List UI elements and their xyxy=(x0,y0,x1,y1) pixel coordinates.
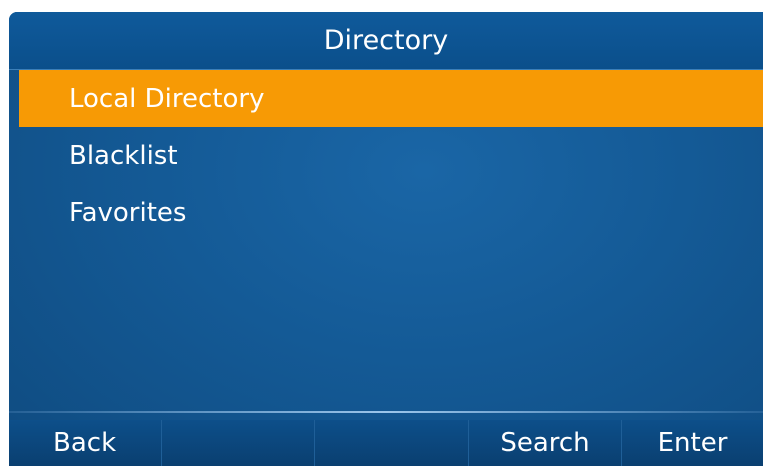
menu-item-label: Blacklist xyxy=(69,140,178,171)
directory-menu: Local Directory Blacklist Favorites xyxy=(19,70,763,241)
empty-softkey-3[interactable] xyxy=(315,420,469,466)
softkey-label: Enter xyxy=(657,428,728,458)
back-softkey[interactable]: Back xyxy=(9,420,162,466)
menu-item-favorites[interactable]: Favorites xyxy=(19,184,763,241)
softkey-label: Back xyxy=(53,428,117,458)
empty-softkey-2[interactable] xyxy=(162,420,315,466)
search-softkey[interactable]: Search xyxy=(469,420,622,466)
divider xyxy=(9,411,763,413)
page-title: Directory xyxy=(323,25,449,56)
menu-item-label: Favorites xyxy=(69,197,187,228)
menu-item-label: Local Directory xyxy=(69,83,265,114)
title-bar: Directory xyxy=(9,12,763,70)
menu-item-blacklist[interactable]: Blacklist xyxy=(19,127,763,184)
phone-screen: Directory Local Directory Blacklist Favo… xyxy=(9,12,763,466)
softkey-label: Search xyxy=(500,428,590,458)
enter-softkey[interactable]: Enter xyxy=(622,420,763,466)
softkey-bar: Back Search Enter xyxy=(9,420,763,466)
menu-item-local-directory[interactable]: Local Directory xyxy=(19,70,763,127)
